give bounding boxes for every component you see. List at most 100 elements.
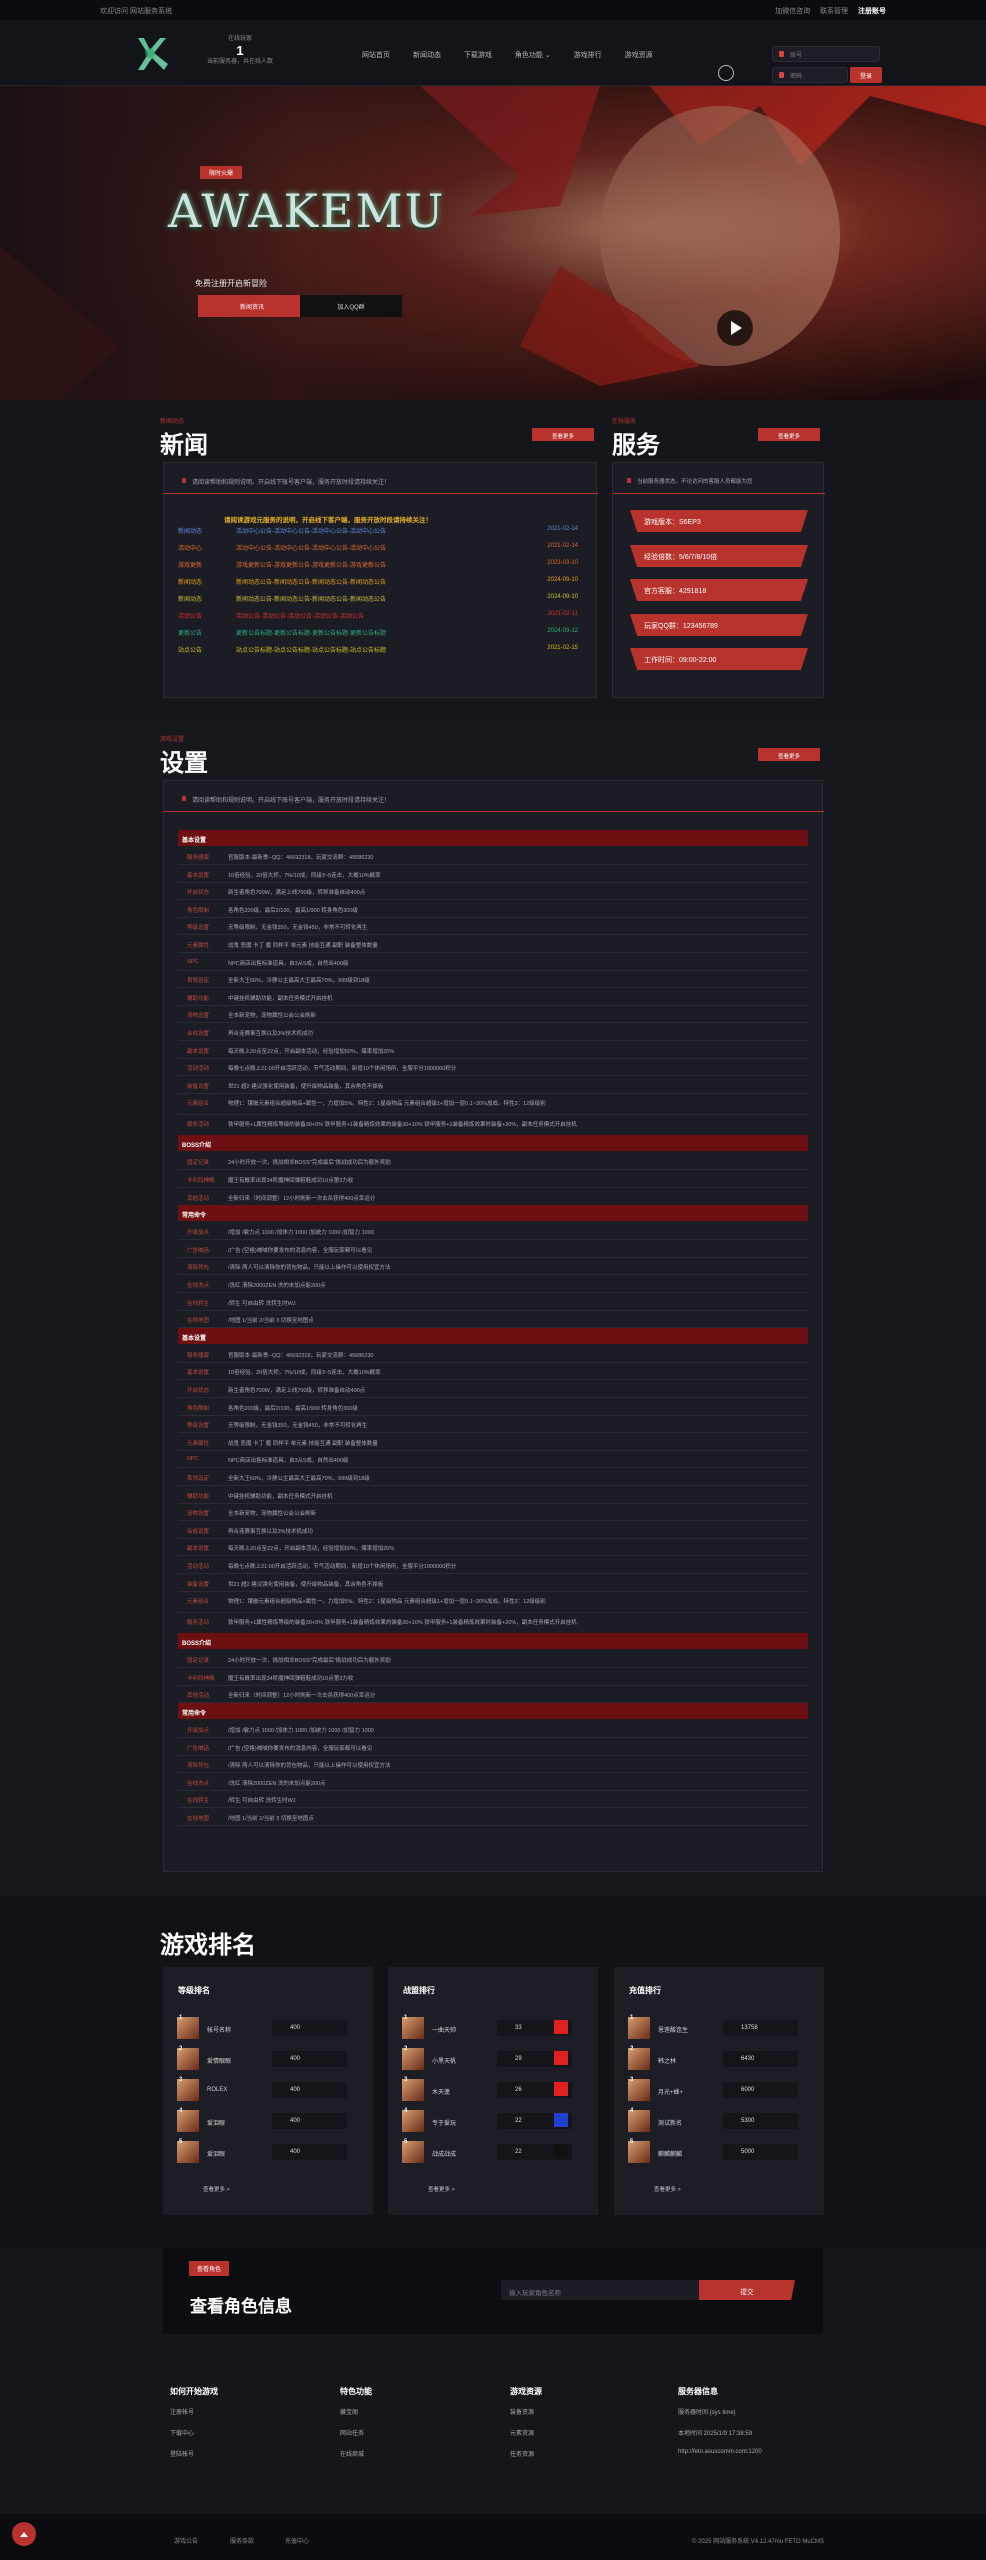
- nav-news[interactable]: 新闻动态: [413, 50, 441, 60]
- footer-link[interactable]: 注册帐号: [170, 2407, 218, 2416]
- footer-link[interactable]: 装备资源: [510, 2407, 542, 2416]
- bottom-bar: 游戏公告 服务条款 充值中心 © 2025 网站服务系统 V4.12.47mu …: [0, 2514, 986, 2560]
- ranking-row[interactable]: 1 一曲天帅 33: [402, 2015, 582, 2043]
- ranking-row[interactable]: 2 韩之林 6430: [628, 2046, 808, 2074]
- news-item[interactable]: 活动中心 活动中心公告-活动中心公告-活动中心公告-活动中心公告 2021-02-1…: [178, 543, 578, 561]
- news-item[interactable]: 游戏更新 游戏更新公告-游戏更新公告-游戏更新公告-游戏更新公告 2023-03-1…: [178, 560, 578, 578]
- news-item-title[interactable]: 活动中心公告-活动中心公告-活动中心公告-活动中心公告: [236, 543, 386, 552]
- settings-value: 各角色200级，最后2/100，最高1/900 转身角色300级: [228, 1405, 358, 1412]
- query-submit-button[interactable]: 提交: [699, 2280, 795, 2300]
- news-more-button[interactable]: 查看更多: [532, 428, 594, 441]
- ranking-more-link[interactable]: 查看更多 >: [203, 2185, 230, 2193]
- role-name-input[interactable]: 输入玩家角色名称: [501, 2280, 699, 2300]
- login-button[interactable]: 登录: [850, 67, 882, 83]
- play-icon[interactable]: [717, 310, 753, 346]
- settings-value: 24小时开放一次，挑战相邻BOSS"完成最后"挑战成功后为额外奖励: [228, 1658, 391, 1665]
- ranking-row[interactable]: 5 战成战成 22: [402, 2139, 582, 2167]
- news-item[interactable]: 更新公告 更新公告标题-更新公告标题-更新公告标题-更新公告标题 2024-09-1…: [178, 628, 578, 646]
- nav-role[interactable]: 角色功能 ⌄: [515, 50, 551, 60]
- settings-key: 固定记录: [187, 1160, 210, 1167]
- footer-link[interactable]: 登陆帐号: [170, 2449, 218, 2458]
- footer-link[interactable]: 网站任务: [340, 2428, 372, 2437]
- settings-value: 魔王有概率出现34阶魔神回弹鞋鞋成功10点第3力收: [228, 1675, 354, 1682]
- settings-key: 副本设置: [187, 1546, 210, 1553]
- news-button[interactable]: 新闻资讯: [198, 295, 306, 317]
- settings-notice: 请阅读帮助和规则说明。开启线下账号客户端，服务开放时段请持续关注！: [176, 795, 390, 804]
- ranking-row[interactable]: 1 恩莲酸连生 13758: [628, 2015, 808, 2043]
- contact-link[interactable]: 联系管理: [820, 8, 848, 15]
- footer-link[interactable]: 本地时间 2025/1/9 17:38:59: [678, 2428, 762, 2437]
- news-item-title[interactable]: 游戏更新公告-游戏更新公告-游戏更新公告-游戏更新公告: [236, 560, 386, 569]
- ranking-row[interactable]: 5 麒麟麒麟 5000: [628, 2139, 808, 2167]
- register-link[interactable]: 注册账号: [858, 8, 886, 15]
- news-headline[interactable]: 请阅读游戏元服务的说明，开启线下客户端，服务开放时段请持续关注！: [224, 514, 432, 524]
- back-to-top-icon[interactable]: [12, 2522, 36, 2546]
- ranking-row[interactable]: 5 爱泪眼 400: [177, 2139, 357, 2167]
- settings-key: 元素属性: [187, 1440, 210, 1447]
- news-item-title[interactable]: 活动中心公告-活动中心公告-活动中心公告-活动中心公告: [236, 526, 386, 535]
- ranking-more-link[interactable]: 查看更多 >: [654, 2185, 681, 2193]
- news-item[interactable]: 新闻动态 活动中心公告-活动中心公告-活动中心公告-活动中心公告 2021-02-1…: [178, 526, 578, 544]
- ranking-row[interactable]: 3 木天蓬 26: [402, 2077, 582, 2105]
- ranking-row[interactable]: 4 爱泪眼 400: [177, 2108, 357, 2136]
- ranking-card: 充值排行 1 恩莲酸连生 13758 2 韩之林 6430 3 月光+蜂+ 6000 4 测试新名 53…: [614, 1967, 824, 2215]
- settings-value: 战鬼 恶魔 卡丁 魔 同样平 单元素 技能互通 副职 装备整体数量: [228, 1440, 378, 1447]
- news-item-title[interactable]: 站点公告标题-站点公告标题-站点公告标题-站点公告标题: [236, 645, 386, 654]
- settings-value: 新生者角色700W，满足上线700级，转移准备自动400点: [228, 1388, 366, 1394]
- news-item[interactable]: 新闻动态 新闻动态公告-新闻动态公告-新闻动态公告-新闻动态公告 2024-09-1…: [178, 594, 578, 612]
- username-input[interactable]: 账号: [772, 46, 880, 62]
- ranking-row[interactable]: 1 帐号名称 400: [177, 2015, 357, 2043]
- nav-ranking[interactable]: 游戏排行: [574, 50, 602, 60]
- ranking-row[interactable]: 4 专于爱玩 22: [402, 2108, 582, 2136]
- query-badge: 查看角色: [189, 2261, 230, 2276]
- nav-resources[interactable]: 游戏资源: [625, 50, 653, 60]
- footer-link[interactable]: 服务器时间 {sys time}: [678, 2407, 762, 2416]
- nav-home[interactable]: 网站首页: [362, 50, 390, 60]
- join-qq-button[interactable]: 加入QQ群: [300, 295, 402, 317]
- settings-value: 10倍经验，20倍大师，7%/10成，同级3~5连击，大概10%概率: [228, 872, 381, 879]
- rank-number: 3: [404, 2077, 408, 2083]
- news-item[interactable]: 活动公告 活动公告-活动公告-活动公告-活动公告-活动公告 2021-02-11: [178, 611, 578, 629]
- footer-link[interactable]: 藏宝阁: [340, 2407, 372, 2416]
- settings-value: 全本新宠物，宠物属性公会公会刷新: [228, 1013, 317, 1020]
- footer-link-terms[interactable]: 服务条款: [230, 2536, 254, 2545]
- globe-icon[interactable]: [718, 65, 734, 81]
- ranking-row[interactable]: 2 小黑天帆 29: [402, 2046, 582, 2074]
- settings-key: 升级加点: [187, 1230, 210, 1237]
- wechat-link[interactable]: 加微信咨询: [775, 8, 810, 15]
- news-item-title[interactable]: 更新公告标题-更新公告标题-更新公告标题-更新公告标题: [236, 628, 386, 637]
- footer-link[interactable]: 下载中心: [170, 2428, 218, 2437]
- settings-key: 服务器版: [187, 1352, 210, 1359]
- ranking-row[interactable]: 2 爱情眼眼 400: [177, 2046, 357, 2074]
- news-item-title[interactable]: 新闻动态公告-新闻动态公告-新闻动态公告-新闻动态公告: [236, 577, 386, 586]
- footer-link[interactable]: http://feto.asuscomm.com:1200: [678, 2449, 762, 2455]
- rank-value-text: 5000: [741, 2149, 755, 2155]
- ranking-row[interactable]: 3 月光+蜂+ 6000: [628, 2077, 808, 2105]
- footer-link-recharge[interactable]: 充值中心: [285, 2536, 309, 2545]
- footer-link[interactable]: 在线商城: [340, 2449, 372, 2458]
- footer-link[interactable]: 元素资源: [510, 2428, 542, 2437]
- footer-link-announce[interactable]: 游戏公告: [174, 2536, 198, 2545]
- service-more-button[interactable]: 查看更多: [758, 428, 820, 441]
- settings-more-button[interactable]: 查看更多: [758, 748, 820, 761]
- settings-value: 全新大王60%，冷静公主最高大王最高70%，999级到18级: [228, 978, 370, 985]
- ranking-more-link[interactable]: 查看更多 >: [428, 2185, 455, 2193]
- news-item[interactable]: 新闻动态 新闻动态公告-新闻动态公告-新闻动态公告-新闻动态公告 2024-09-1…: [178, 577, 578, 595]
- rank-value: 5000: [723, 2144, 798, 2160]
- settings-value: /增加 /敏力点 1000 /加体力 1000 /加统力 1000 /加智力 1…: [228, 1230, 374, 1237]
- rank-number: 2: [630, 2046, 634, 2052]
- nav-download[interactable]: 下载游戏: [464, 50, 492, 60]
- password-input[interactable]: 密码: [772, 67, 848, 83]
- rank-number: 4: [404, 2108, 408, 2114]
- footer-column-title: 游戏资源: [510, 2387, 542, 2396]
- news-item-title[interactable]: 新闻动态公告-新闻动态公告-新闻动态公告-新闻动态公告: [236, 594, 386, 603]
- news-item-title[interactable]: 活动公告-活动公告-活动公告-活动公告-活动公告: [236, 611, 364, 620]
- ranking-row[interactable]: 4 测试新名 5300: [628, 2108, 808, 2136]
- news-category: 站点公告: [178, 648, 203, 654]
- ranking-row[interactable]: 3 ROLEX 400: [177, 2077, 357, 2105]
- settings-key: 角色限制: [187, 1405, 210, 1412]
- news-item[interactable]: 站点公告 站点公告标题-站点公告标题-站点公告标题-站点公告标题 2021-02-1…: [178, 645, 578, 663]
- player-name: 帐号名称: [207, 2028, 232, 2034]
- logo-icon[interactable]: [128, 30, 174, 76]
- footer-link[interactable]: 任务资源: [510, 2449, 542, 2458]
